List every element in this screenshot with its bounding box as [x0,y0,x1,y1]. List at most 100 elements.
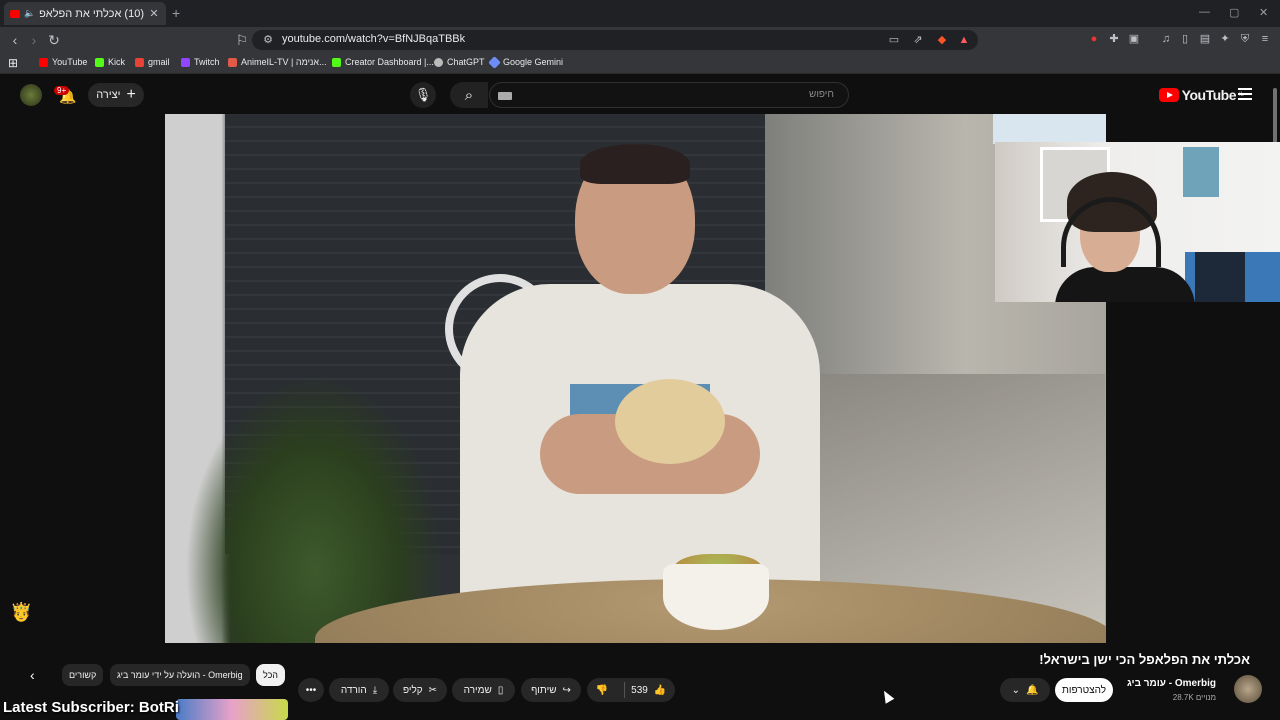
channel-avatar[interactable] [1234,675,1262,703]
media-controls-icon[interactable]: ♫ [1158,31,1174,47]
dislike-icon[interactable]: 👎 [596,685,608,696]
bookmark-animeil[interactable]: AnimeIL-TV | אנימה... [228,57,327,67]
url-text: youtube.com/watch?v=BfNJBqaTBBk [282,33,466,45]
speaker-icon[interactable]: 🔈 [24,8,35,19]
voice-search-button[interactable]: 🎙 [410,82,436,108]
chip-uploaded-by[interactable]: הועלה על ידי עומר ביג - Omerbig [110,664,250,686]
save-label: שמירה [463,684,492,696]
video-sky [993,114,1106,144]
twitch-icon [181,57,190,67]
close-window-icon[interactable]: ✕ [1259,6,1268,19]
page-scrollbar[interactable] [1273,88,1277,148]
latest-subscriber-overlay: Latest Subscriber: BotRi [3,699,179,716]
bookmark-youtube[interactable]: YouTube [39,57,87,67]
chip-all[interactable]: הכל [256,664,286,686]
like-icon[interactable]: 👍 [654,685,666,696]
video-title: אכלתי את הפלאפל הכי ישן בישראל! [1039,652,1250,667]
chip-related[interactable]: קשורים [62,664,104,686]
download-label: הורדה [340,684,367,696]
notification-count-badge: 9+ [54,86,70,95]
sidebar-toggle-icon[interactable]: ▯ [1177,31,1193,47]
browser-menu-icon[interactable]: ≡ [1257,31,1273,47]
join-button[interactable]: להצטרפות [1055,678,1113,702]
download-button[interactable]: הורדה ⤓ [329,678,389,702]
subscribed-notifications-button[interactable]: ⌄ 🔔 [1000,678,1050,702]
vpn-shield-icon[interactable]: ⛨ [1237,31,1253,47]
like-dislike-group: 👎 539 👍 [587,678,675,702]
tab-title: (10) אכלתי את הפלאפל הכי [39,7,144,20]
wallet-icon[interactable]: ▤ [1197,31,1213,47]
reload-icon[interactable]: ↻ [45,31,63,49]
share-button[interactable]: שיתוף ↪ [521,678,581,702]
brave-rewards-icon[interactable]: ▲ [956,32,972,48]
bookmark-twitch[interactable]: Twitch [181,57,220,67]
download-icon: ⤓ [372,684,378,696]
extensions-puzzle-icon[interactable]: ✚ [1106,31,1122,47]
create-label: יצירה [96,89,121,101]
create-button[interactable]: יצירה + [88,83,144,107]
microphone-icon: 🎙 [414,87,432,102]
bookmark-icon: ▯ [497,684,504,696]
video-person [450,144,830,643]
new-tab-icon[interactable]: + [172,5,180,21]
user-avatar[interactable] [20,84,42,106]
webcam-overlay [995,142,1280,302]
apps-grid-icon[interactable]: ⊞ [8,56,18,70]
minimize-icon[interactable]: — [1199,6,1210,18]
gemini-icon [488,55,501,69]
leo-ai-icon[interactable]: ✦ [1217,31,1233,47]
king-emote-icon: 🤴 [10,602,33,622]
like-count[interactable]: 539 [631,685,648,696]
video-player[interactable] [165,114,1106,643]
video-bowl [663,564,769,630]
more-horizontal-icon: ••• [305,684,317,696]
kick-icon [95,57,104,67]
share-page-icon[interactable]: ⇗ [910,32,926,48]
bookmark-chatgpt[interactable]: ChatGPT [434,57,485,67]
chips-scroll-left-icon[interactable]: ‹ [30,667,35,683]
bookmark-creator-dashboard[interactable]: Creator Dashboard |... [332,57,434,67]
keyboard-icon[interactable] [498,92,512,100]
site-info-icon[interactable]: ⚙ [260,32,276,48]
bookmark-gmail[interactable]: gmail [135,57,170,67]
youtube-icon [39,57,48,67]
tab-close-icon[interactable]: ✕ [148,7,160,20]
back-icon[interactable]: ‹ [6,31,24,49]
share-label: שיתוף [531,684,557,696]
chatgpt-icon [434,57,443,67]
search-placeholder: חיפוש [809,89,834,100]
cast-icon[interactable]: ▭ [886,32,902,48]
clip-button[interactable]: קליפ ✂ [393,678,447,702]
channel-name[interactable]: עומר ביג - Omerbig [1127,678,1216,689]
forward-icon[interactable]: › [25,31,43,49]
search-icon: ⌕ [464,86,474,104]
browser-tab-strip: 🔈 (10) אכלתי את הפלאפל הכי ✕ + — ▢ ✕ [0,0,1280,27]
search-input[interactable]: חיפוש [489,82,849,108]
brave-shield-icon[interactable]: ◆ [934,32,950,48]
more-actions-button[interactable]: ••• [298,678,324,702]
bookmark-kick[interactable]: Kick [95,57,125,67]
bookmark-gemini[interactable]: Google Gemini [488,55,563,69]
maximize-icon[interactable]: ▢ [1229,6,1239,19]
share-icon: ↪ [562,684,571,696]
mouse-cursor-icon [879,688,895,704]
plus-icon: + [126,86,136,103]
save-button[interactable]: שמירה ▯ [452,678,515,702]
animeil-icon [228,57,237,67]
gmail-icon [135,57,144,67]
youtube-play-icon [1158,88,1179,102]
youtube-logo[interactable]: YouTube IL [1158,87,1244,103]
youtube-favicon-icon [10,9,20,18]
extension-record-icon[interactable]: ● [1086,31,1102,47]
extension-box-icon[interactable]: ▣ [1126,31,1142,47]
search-button[interactable]: ⌕ [450,82,488,108]
recommended-video-thumbnail[interactable] [176,699,288,720]
bookmark-page-icon[interactable]: ⚐ [233,31,251,49]
clip-label: קליפ [402,684,423,696]
address-bar[interactable]: ⚙ youtube.com/watch?v=BfNJBqaTBBk ▭ ⇗ ◆ … [252,30,978,50]
bookmarks-bar: ⊞ YouTube Kick gmail Twitch AnimeIL-TV |… [0,53,1280,74]
chevron-down-icon: ⌄ [1011,684,1020,696]
hamburger-menu-icon[interactable] [1238,88,1252,100]
browser-tab[interactable]: 🔈 (10) אכלתי את הפלאפל הכי ✕ [4,2,166,25]
like-divider [624,682,626,698]
